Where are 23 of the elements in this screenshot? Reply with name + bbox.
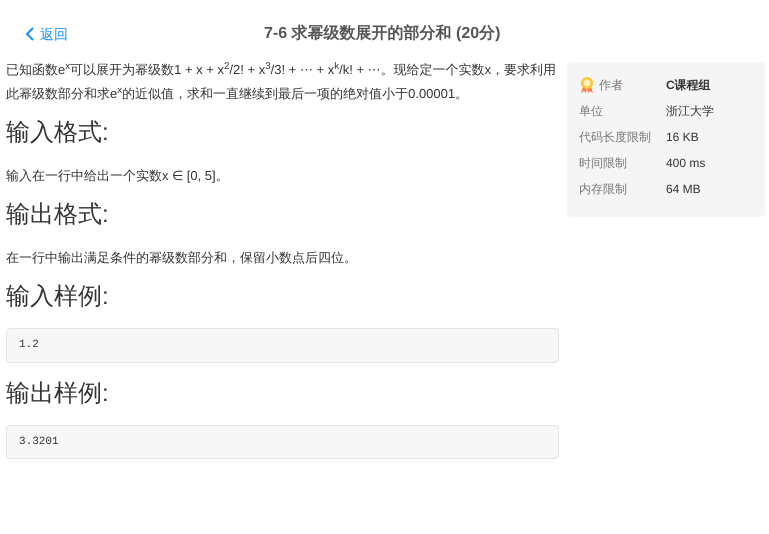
info-value: C课程组 — [666, 76, 711, 94]
info-value: 64 MB — [666, 180, 701, 198]
info-label: 作者 — [599, 76, 623, 94]
section-heading: 输入样例: — [6, 282, 110, 312]
paragraph: 已知函数e$^{x}$可以展开为幂级数1 + x + x$^{2}$/2! + x$^{3}$/3! + ⋯ + x$^{k}$/k! + ⋯。现给定一个实数x，要求利用此幂级数部分和求e$^{x}$的近似值，求和一直继续到最后一项的绝对值小于0.00001。 — [6, 60, 558, 103]
paragraph: 输入在一行中给出一个实数x ∈ [0, 5]。 — [6, 167, 230, 185]
info-value: 浙江大学 — [666, 102, 714, 120]
page-title: 7-6 求幂级数展开的部分和 (20分) — [264, 23, 500, 44]
info-label: 内存限制 — [579, 180, 627, 198]
section-heading: 输出样例: — [6, 378, 110, 408]
section-heading: 输入格式: — [6, 118, 110, 148]
medal-icon — [579, 76, 595, 94]
info-label: 代码长度限制 — [579, 128, 651, 146]
chevron-left-icon — [24, 27, 36, 41]
info-label: 单位 — [579, 102, 603, 120]
section-heading: 输出格式: — [6, 200, 110, 230]
info-label: 时间限制 — [579, 154, 627, 172]
code-block: 1.2 — [6, 328, 559, 362]
code-block: 3.3201 — [6, 424, 559, 459]
info-value: 400 ms — [666, 154, 706, 172]
info-value: 16 KB — [666, 128, 699, 146]
paragraph: 在一行中输出满足条件的幂级数部分和，保留小数点后四位。 — [6, 249, 358, 267]
back-link[interactable]: 返回 — [24, 24, 224, 44]
